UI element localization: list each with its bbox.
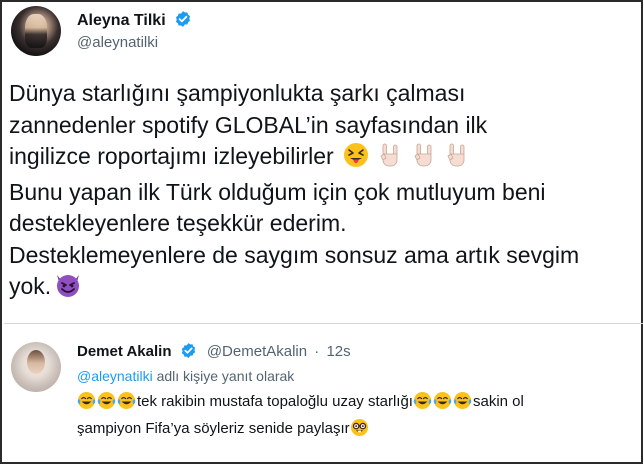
reply-text-line: tek rakibin mustafa topaloğlu uzay starl…	[77, 390, 637, 417]
tweet-text-line: destekleyenlere teşekkür ederim.	[9, 210, 347, 236]
main-tweet: Aleyna Tilki @aleynatilki Dünya starlığı…	[2, 2, 641, 323]
dot-separator: ·	[314, 343, 320, 360]
reply-text-fragment: şampiyon Fifa’ya söyleriz senide paylaşı…	[77, 420, 350, 437]
nerd-face-emoji-icon	[350, 418, 369, 444]
tweet-text-line: Dünya starlığını şampiyonlukta şarkı çal…	[9, 80, 466, 106]
replying-to: @aleynatilki adlı kişiye yanıt olarak	[77, 368, 294, 384]
tears-of-joy-emoji-icon	[413, 391, 432, 417]
reply-header: Demet Akalin @DemetAkalin · 12s	[77, 342, 351, 363]
reply-text: tek rakibin mustafa topaloğlu uzay starl…	[77, 390, 637, 444]
author-handle[interactable]: @DemetAkalin	[207, 343, 307, 360]
reply-text-fragment: sakin ol	[472, 393, 524, 410]
squinting-tongue-emoji-icon	[343, 142, 369, 177]
reply-mention-link[interactable]: @aleynatilki	[77, 368, 153, 384]
tears-of-joy-emoji-icon	[97, 391, 116, 417]
timestamp[interactable]: 12s	[326, 343, 350, 360]
rock-on-hand-emoji-icon	[378, 142, 402, 177]
reply-text-line: şampiyon Fifa’ya söyleriz senide paylaşı…	[77, 417, 637, 444]
reply-to-label: adlı kişiye yanıt olarak	[152, 368, 295, 384]
author-name[interactable]: Aleyna Tilki	[77, 12, 166, 29]
tweet-text-fragment: ingilizce roportajımı izleyebilirler	[9, 143, 334, 169]
tweet-text-fragment: yok.	[9, 273, 52, 299]
author-name-line[interactable]: Aleyna Tilki	[77, 10, 192, 33]
tweet-text-line: Bunu yapan ilk Türk olduğum için çok mut…	[9, 178, 546, 205]
verified-badge-icon	[174, 10, 192, 33]
tears-of-joy-emoji-icon	[77, 391, 96, 417]
tweet-text-line-with-emoji: yok.	[9, 271, 637, 307]
avatar[interactable]	[11, 342, 61, 392]
rock-on-hand-emoji-icon	[445, 142, 469, 177]
author-handle[interactable]: @aleynatilki	[77, 34, 158, 51]
tweet-text-line: zannedenler spotify GLOBAL’in sayfasında…	[9, 111, 488, 138]
tears-of-joy-emoji-icon	[453, 391, 472, 417]
tweet-screenshot-frame: Aleyna Tilki @aleynatilki Dünya starlığı…	[0, 0, 643, 464]
author-name[interactable]: Demet Akalin	[77, 343, 171, 360]
tears-of-joy-emoji-icon	[433, 391, 452, 417]
tweet-text-line-with-emojis: ingilizce roportajımı izleyebilirler	[9, 141, 637, 177]
reply-tweet[interactable]: Demet Akalin @DemetAkalin · 12s @aleynat…	[2, 324, 641, 464]
tweet-text: Dünya starlığını şampiyonlukta şarkı çal…	[9, 78, 637, 307]
smiling-devil-emoji-icon	[54, 272, 82, 307]
tweet-text-line: Desteklemeyenlere de saygım sonsuz ama a…	[9, 241, 580, 268]
reply-text-fragment: tek rakibin mustafa topaloğlu uzay starl…	[137, 393, 413, 410]
verified-badge-icon	[180, 342, 197, 363]
avatar[interactable]	[11, 6, 61, 56]
rock-on-hand-emoji-icon	[412, 142, 436, 177]
tears-of-joy-emoji-icon	[117, 391, 136, 417]
